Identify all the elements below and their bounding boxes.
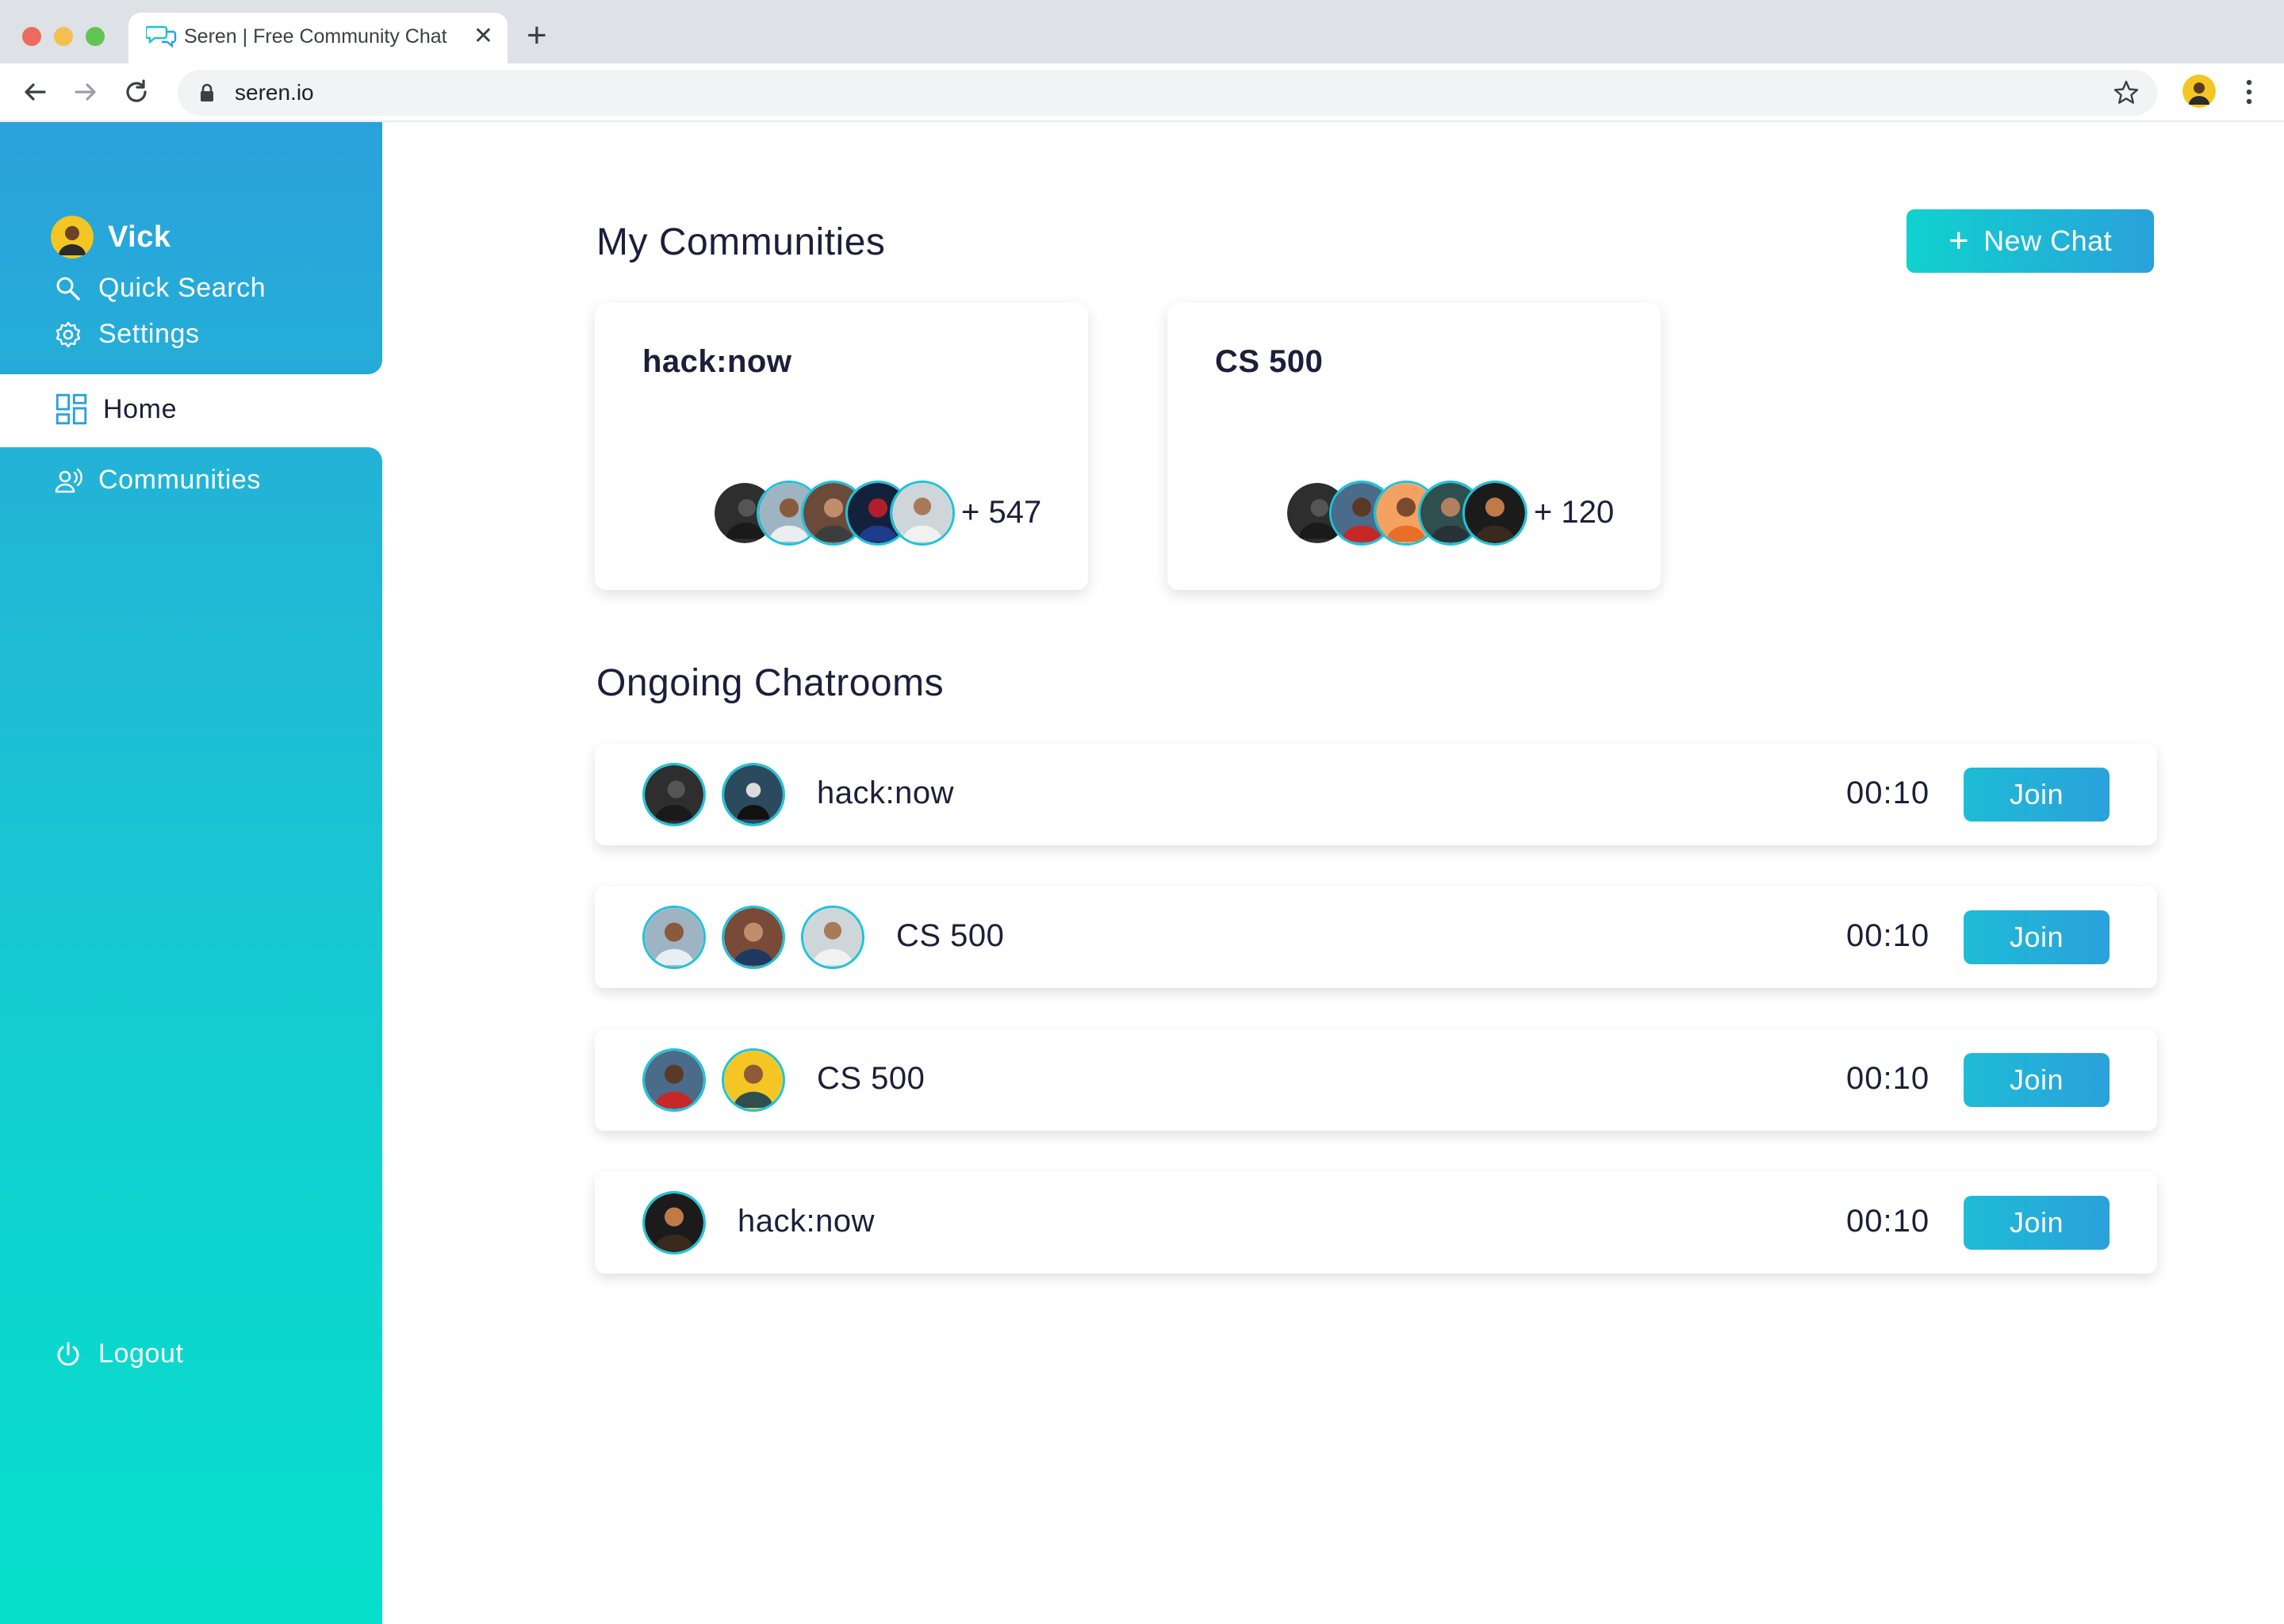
window-minimize-button[interactable] — [54, 27, 73, 46]
forward-arrow-icon[interactable] — [70, 76, 102, 108]
reload-icon[interactable] — [121, 76, 152, 108]
chatroom-timer: 00:10 — [1846, 1061, 1930, 1096]
window-zoom-button[interactable] — [86, 27, 105, 46]
sidebar-item-home[interactable]: Home — [56, 393, 177, 425]
member-avatar — [1462, 481, 1527, 546]
sidebar: Vick Quick Search Settings Home Communit… — [0, 122, 382, 1624]
search-icon — [56, 277, 80, 301]
join-button[interactable]: Join — [1964, 1053, 2110, 1107]
community-card[interactable]: CS 500 + 120 — [1167, 303, 1661, 590]
join-button[interactable]: Join — [1964, 768, 2110, 822]
chatroom-name: hack:now — [817, 776, 954, 810]
chatroom-timer: 00:10 — [1846, 918, 1930, 953]
browser-toolbar: seren.io — [0, 63, 2284, 122]
community-icon — [55, 468, 82, 492]
bookmark-star-icon[interactable] — [2113, 79, 2140, 106]
community-card[interactable]: hack:now + 547 — [595, 303, 1088, 590]
browser-profile-avatar[interactable] — [2182, 75, 2216, 108]
member-count: + 547 — [961, 495, 1042, 530]
url-text: seren.io — [235, 80, 314, 105]
participant-avatar — [801, 906, 864, 969]
logout-button[interactable]: Logout — [54, 1339, 184, 1369]
user-avatar — [51, 216, 94, 259]
window-close-button[interactable] — [22, 27, 41, 46]
sidebar-item-settings[interactable]: Settings — [54, 319, 200, 350]
sidebar-item-communities[interactable]: Communities — [54, 465, 261, 496]
community-name: hack:now — [642, 344, 792, 379]
member-avatar — [890, 481, 955, 546]
lock-icon — [201, 83, 213, 102]
chatroom-row[interactable]: hack:now 00:10 Join — [595, 744, 2157, 845]
chatroom-timer: 00:10 — [1846, 1204, 1930, 1239]
back-arrow-icon[interactable] — [19, 76, 51, 108]
chatroom-name: CS 500 — [817, 1061, 925, 1096]
user-profile[interactable]: Vick — [51, 216, 171, 259]
participant-avatar — [642, 1191, 706, 1254]
gear-icon — [56, 321, 81, 347]
dashboard-icon — [56, 393, 87, 425]
power-icon — [57, 1342, 79, 1365]
sidebar-item-quick-search[interactable]: Quick Search — [54, 273, 266, 304]
my-communities-title: My Communities — [596, 221, 886, 263]
sidebar-item-label: Quick Search — [98, 273, 266, 303]
new-chat-button[interactable]: + New Chat — [1907, 209, 2154, 273]
participant-avatar — [642, 763, 706, 826]
browser-menu-icon[interactable] — [2241, 76, 2257, 108]
chatroom-name: CS 500 — [896, 918, 1005, 953]
logout-label: Logout — [98, 1339, 184, 1369]
participant-avatar — [722, 906, 785, 969]
sidebar-item-label: Settings — [98, 319, 200, 349]
user-name: Vick — [108, 220, 171, 254]
participant-avatar — [642, 906, 706, 969]
tab-close-icon[interactable]: ✕ — [473, 22, 493, 51]
join-button[interactable]: Join — [1964, 1196, 2110, 1250]
new-chat-label: New Chat — [1983, 224, 2113, 257]
participant-avatar — [722, 763, 785, 826]
member-count: + 120 — [1534, 495, 1615, 530]
tab-title: Seren | Free Community Chat — [184, 25, 447, 48]
plus-icon: + — [1948, 221, 1970, 260]
chatroom-row[interactable]: CS 500 00:10 Join — [595, 1029, 2157, 1131]
ongoing-chatrooms-title: Ongoing Chatrooms — [596, 662, 945, 704]
join-button[interactable]: Join — [1964, 910, 2110, 964]
new-tab-button[interactable]: + — [527, 16, 547, 56]
chatroom-name: hack:now — [738, 1204, 875, 1239]
address-bar[interactable]: seren.io — [178, 70, 2157, 116]
chatroom-row[interactable]: CS 500 00:10 Join — [595, 887, 2157, 988]
participant-avatar — [722, 1048, 785, 1112]
chatroom-timer: 00:10 — [1846, 776, 1930, 810]
sidebar-item-label: Communities — [98, 465, 261, 495]
browser-tab-bar: Seren | Free Community Chat ✕ + — [0, 0, 2284, 63]
browser-tab[interactable]: Seren | Free Community Chat ✕ — [128, 13, 508, 63]
chat-bubbles-icon — [146, 25, 177, 48]
community-name: CS 500 — [1215, 344, 1324, 379]
sidebar-item-label: Home — [103, 393, 178, 424]
chatroom-row[interactable]: hack:now 00:10 Join — [595, 1172, 2157, 1274]
participant-avatar — [642, 1048, 706, 1112]
